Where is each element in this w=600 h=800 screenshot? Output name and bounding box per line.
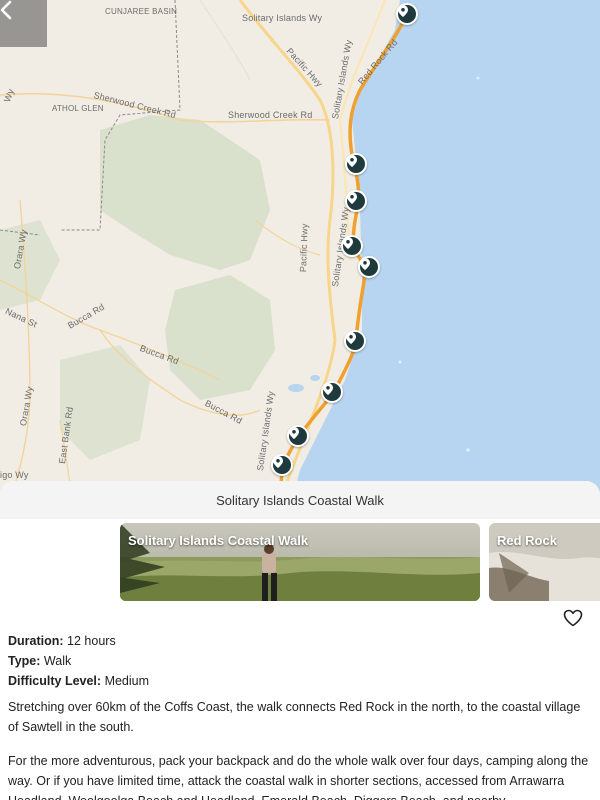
card-title: Solitary Islands Coastal Walk xyxy=(128,533,309,548)
favorite-button[interactable] xyxy=(563,609,583,632)
duration-value: 12 hours xyxy=(67,634,116,648)
lake xyxy=(310,375,320,381)
card-title: Red Rock xyxy=(497,533,557,548)
duration-row: Duration: 12 hours xyxy=(8,631,594,651)
location-pin-icon xyxy=(398,5,408,17)
map-view[interactable]: CUNJAREE BASIN Solitary Islands Wy Pacif… xyxy=(0,0,600,500)
lake xyxy=(288,384,304,392)
location-pin-icon xyxy=(360,258,370,270)
carousel-card[interactable]: Red Rock xyxy=(489,523,600,601)
carousel-card[interactable]: Solitary Islands Coastal Walk xyxy=(120,523,480,601)
type-value: Walk xyxy=(43,654,72,668)
map-pin[interactable] xyxy=(345,190,367,212)
islet xyxy=(476,76,480,80)
forest-area xyxy=(100,115,270,270)
map-pin[interactable] xyxy=(341,235,363,257)
chevron-left-icon xyxy=(0,0,12,20)
map-label: ATHOL GLEN xyxy=(52,104,104,113)
map-pin[interactable] xyxy=(271,454,293,476)
map-label: CUNJAREE BASIN xyxy=(105,7,178,16)
detail-sheet: Solitary Islands Coastal Walk Solitary I… xyxy=(0,481,600,800)
forest-area xyxy=(165,275,275,400)
highway xyxy=(238,0,337,500)
sheet-title: Solitary Islands Coastal Walk xyxy=(216,492,384,508)
road xyxy=(199,0,251,81)
difficulty-row: Difficulty Level: Medium xyxy=(8,671,594,691)
location-pin-icon xyxy=(289,427,299,439)
location-pin-icon xyxy=(347,192,357,204)
location-pin-icon xyxy=(343,237,353,249)
map-label: Sherwood Creek Rd xyxy=(228,110,313,120)
back-button[interactable] xyxy=(0,0,47,47)
location-pin-icon xyxy=(323,383,333,395)
islet xyxy=(398,360,402,364)
image-carousel[interactable]: Solitary Islands Coastal Walk Red Rock xyxy=(120,523,600,601)
map-pin[interactable] xyxy=(344,330,366,352)
map-pin[interactable] xyxy=(345,153,367,175)
map-label: igo Wy xyxy=(0,470,29,480)
description-paragraph: For the more adventurous, pack your back… xyxy=(8,754,589,800)
location-pin-icon xyxy=(347,155,357,167)
forest-area xyxy=(60,345,150,460)
difficulty-value: Medium xyxy=(104,674,150,688)
map-label: Pacific Hwy xyxy=(298,223,310,273)
map-pin[interactable] xyxy=(396,3,418,25)
islet xyxy=(466,448,470,452)
location-pin-icon xyxy=(346,332,356,344)
location-pin-icon xyxy=(273,456,283,468)
type-label: Type: xyxy=(8,654,41,668)
difficulty-label: Difficulty Level: xyxy=(8,674,102,688)
map-label: Solitary Islands Wy xyxy=(242,13,323,23)
heart-outline-icon xyxy=(563,609,583,627)
sheet-header[interactable]: Solitary Islands Coastal Walk xyxy=(0,481,600,519)
map-pin[interactable] xyxy=(358,256,380,278)
duration-label: Duration: xyxy=(8,634,64,648)
walk-details: Duration: 12 hours Type: Walk Difficulty… xyxy=(8,631,594,800)
type-row: Type: Walk xyxy=(8,651,594,671)
map-pin[interactable] xyxy=(321,381,343,403)
description-paragraph: Stretching over 60km of the Coffs Coast,… xyxy=(8,700,581,734)
road xyxy=(254,219,321,256)
map-pin[interactable] xyxy=(287,425,309,447)
